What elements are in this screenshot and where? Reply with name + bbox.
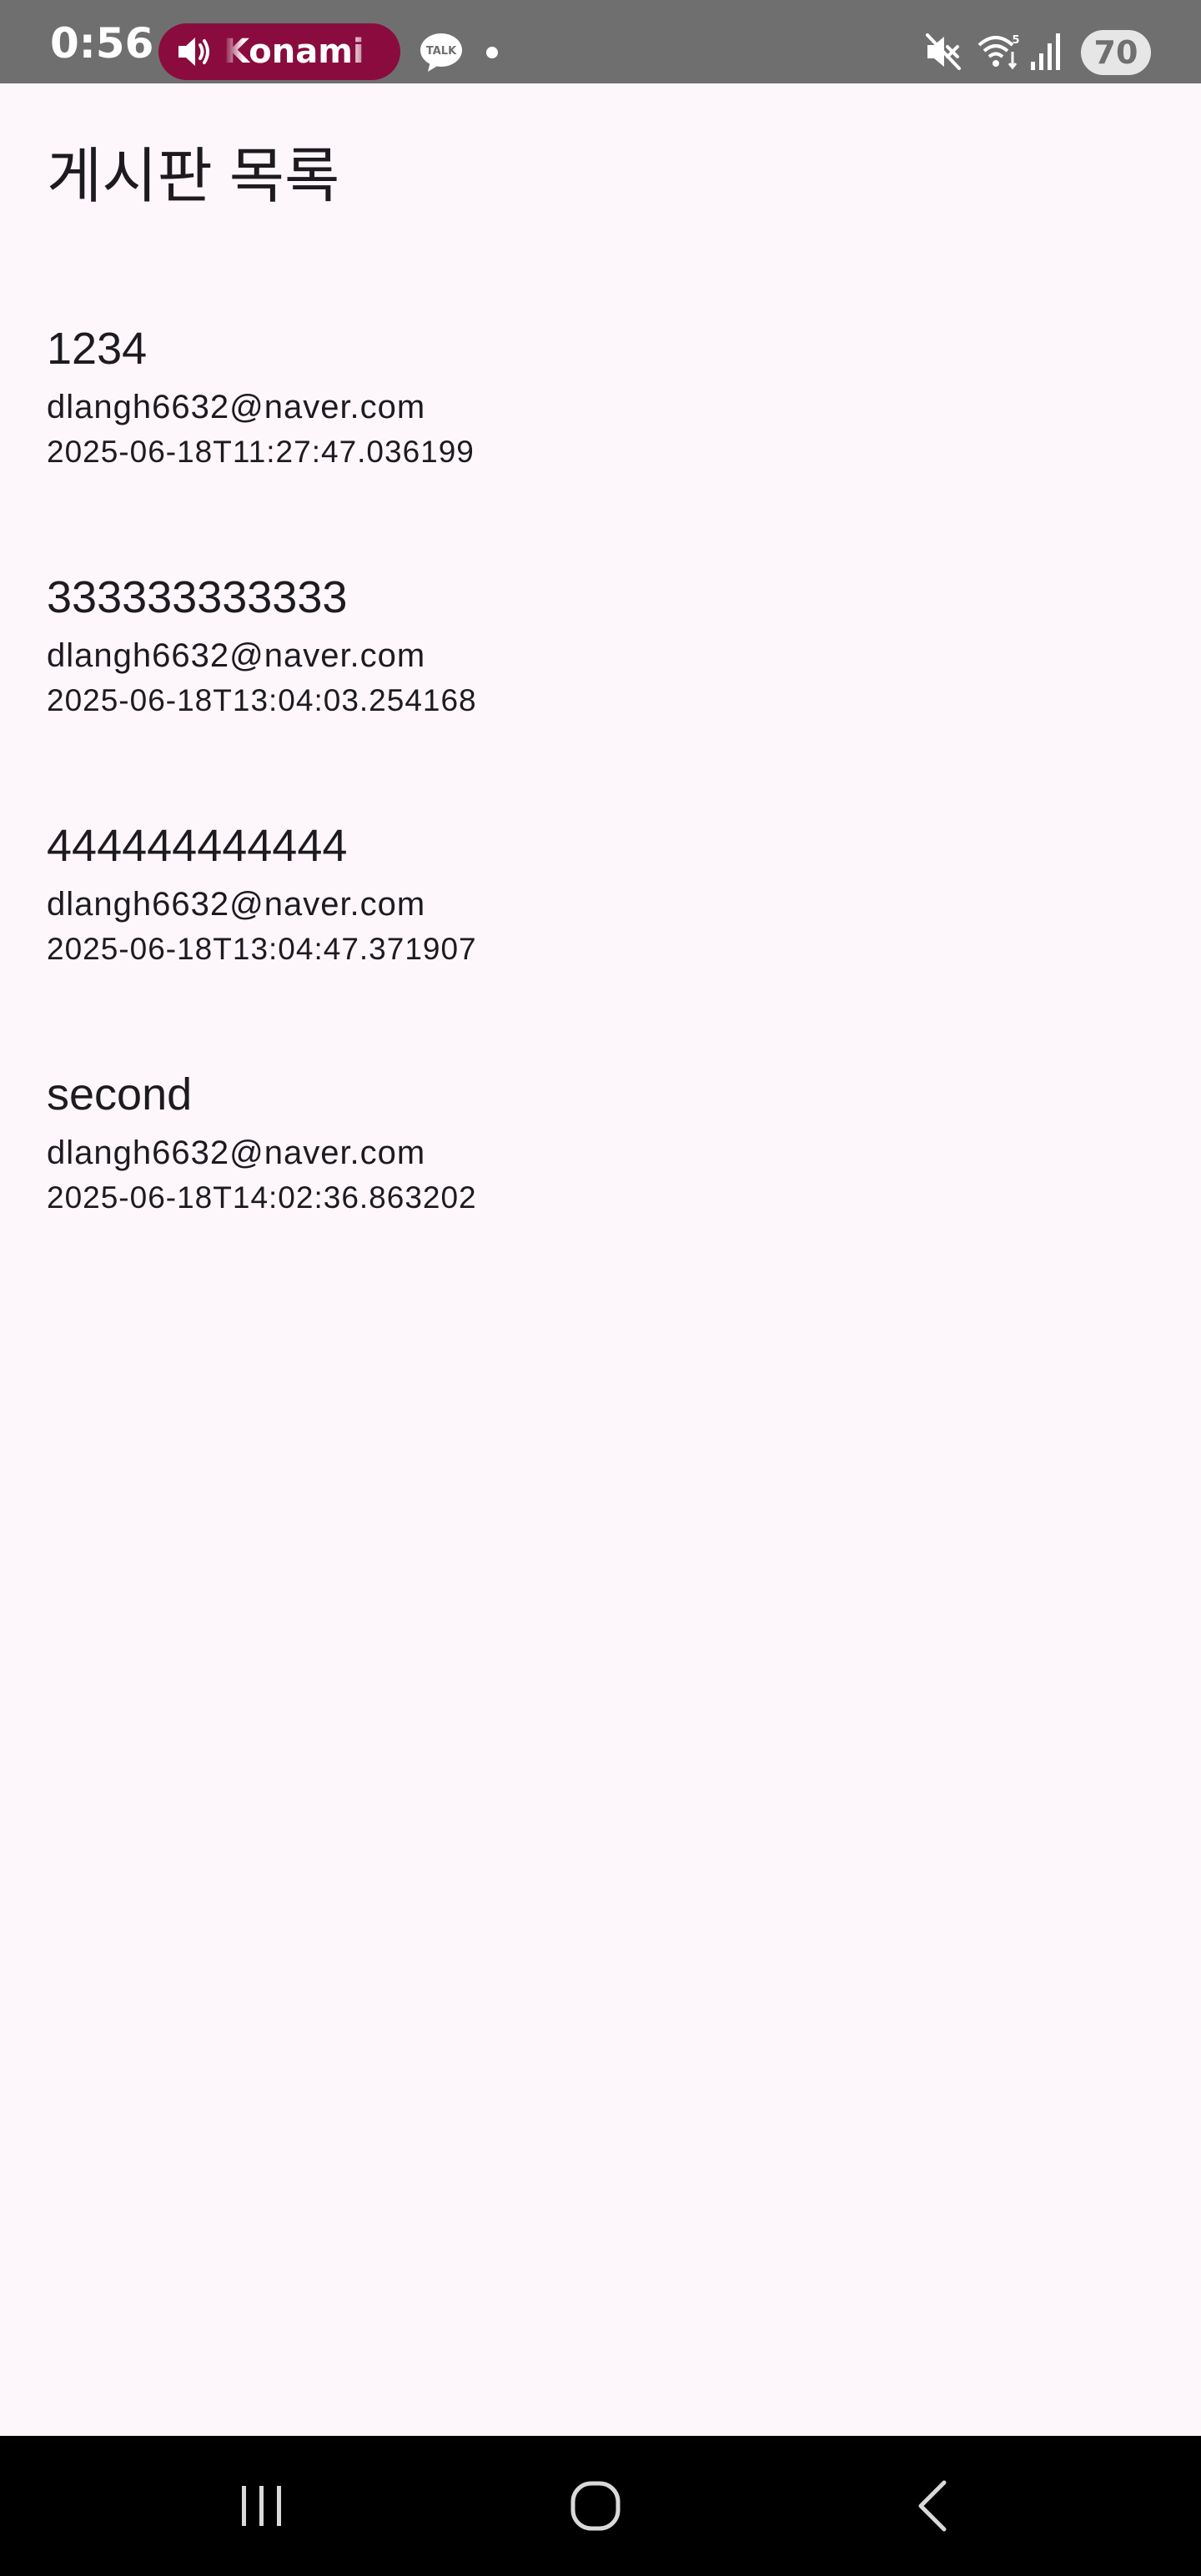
post-date: 2025-06-18T11:27:47.036199 — [47, 435, 475, 469]
list-item[interactable]: 333333333333 dlangh6632@naver.com 2025-0… — [47, 566, 1154, 814]
status-bar: 0:56 Konami Sp TALK — [0, 0, 1201, 83]
post-author: dlangh6632@naver.com — [47, 637, 426, 674]
list-item[interactable]: 1234 dlangh6632@naver.com 2025-06-18T11:… — [47, 317, 1154, 566]
list-item[interactable]: 444444444444 dlangh6632@naver.com 2025-0… — [47, 814, 1154, 1063]
media-title: Konami Sp — [224, 33, 382, 71]
battery-indicator: 70 — [1081, 30, 1151, 75]
post-date: 2025-06-18T13:04:47.371907 — [47, 932, 477, 966]
back-button[interactable] — [866, 2436, 999, 2576]
post-author: dlangh6632@naver.com — [47, 1135, 426, 1171]
wifi-icon: 5 — [976, 30, 1023, 72]
post-title: 1234 — [47, 324, 148, 374]
notification-dot — [486, 47, 498, 58]
page-title: 게시판 목록 — [47, 143, 340, 210]
talk-icon: TALK — [419, 32, 464, 73]
home-button[interactable] — [529, 2436, 662, 2576]
svg-text:TALK: TALK — [426, 45, 457, 58]
post-title: second — [47, 1069, 193, 1119]
navigation-bar — [0, 2436, 1201, 2576]
signal-icon — [1029, 32, 1064, 72]
home-icon — [570, 2481, 621, 2531]
post-title: 444444444444 — [47, 821, 348, 871]
post-title: 333333333333 — [47, 572, 348, 622]
mute-icon — [924, 32, 962, 72]
list-item[interactable]: second dlangh6632@naver.com 2025-06-18T1… — [47, 1063, 1154, 1311]
status-time: 0:56 — [50, 19, 154, 68]
post-list: 1234 dlangh6632@naver.com 2025-06-18T11:… — [47, 317, 1154, 1311]
post-author: dlangh6632@naver.com — [47, 389, 426, 425]
svg-text:5: 5 — [1012, 34, 1019, 47]
media-playback-chip[interactable]: Konami Sp — [158, 23, 400, 80]
volume-icon — [175, 32, 215, 72]
post-date: 2025-06-18T13:04:03.254168 — [47, 683, 477, 717]
recent-apps-icon — [242, 2486, 281, 2526]
back-icon — [918, 2480, 947, 2532]
post-date: 2025-06-18T14:02:36.863202 — [47, 1180, 477, 1215]
post-author: dlangh6632@naver.com — [47, 886, 426, 923]
recent-apps-button[interactable] — [195, 2436, 329, 2576]
